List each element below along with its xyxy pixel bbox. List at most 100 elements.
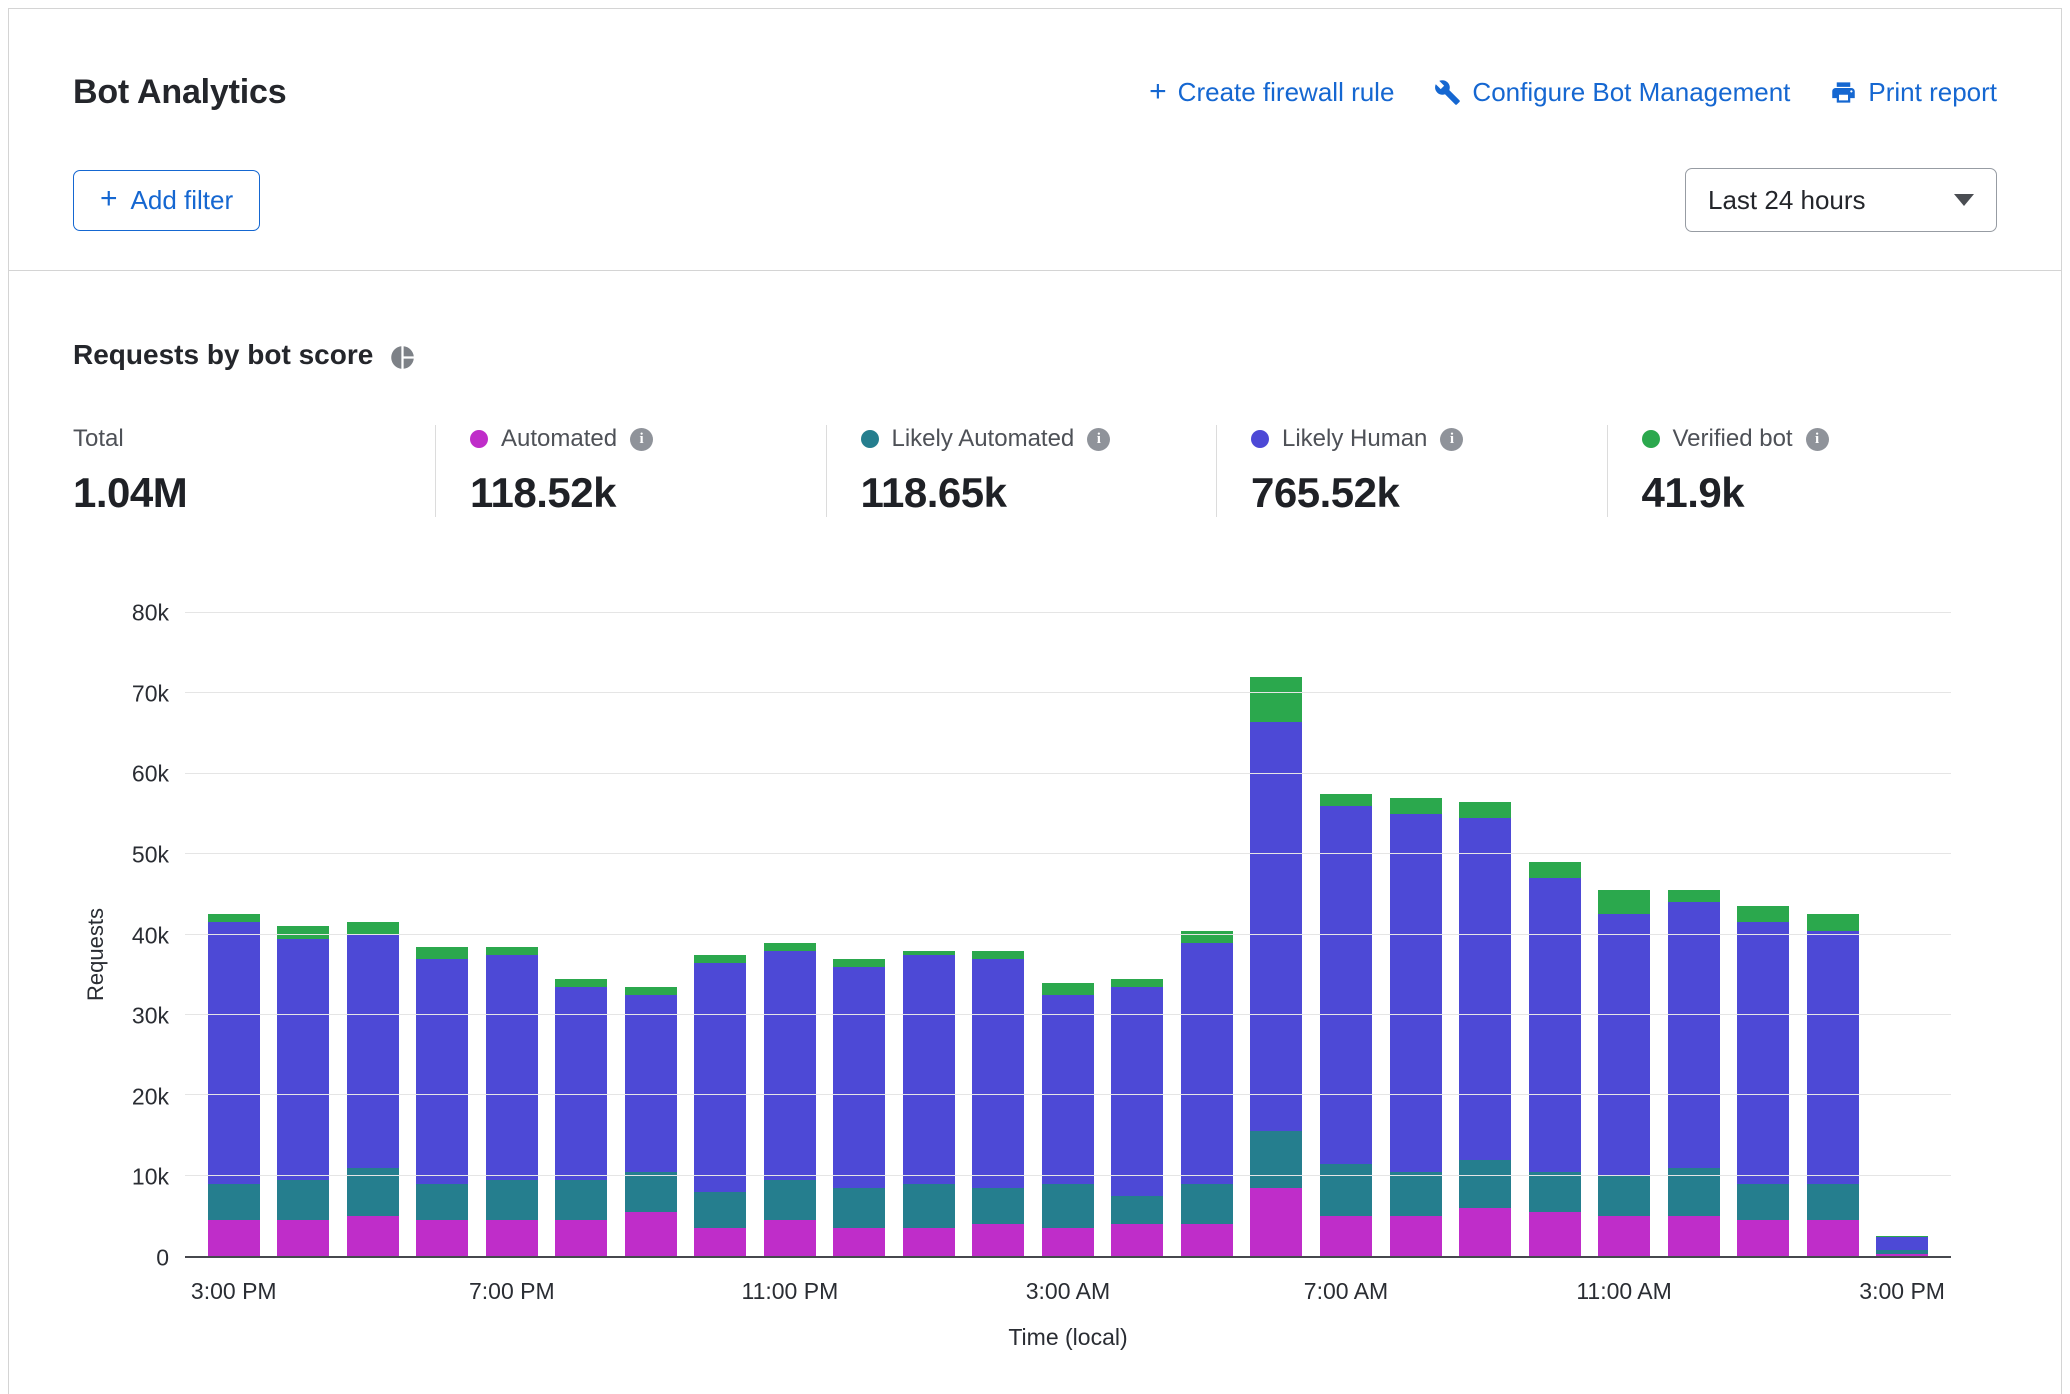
bar-segment: [1529, 1172, 1581, 1212]
bar-segment: [1668, 1216, 1720, 1256]
bar-segment: [486, 955, 538, 1180]
bar-segment: [555, 1180, 607, 1220]
bar[interactable]: 7:00 AM: [1320, 613, 1372, 1256]
info-icon[interactable]: i: [1087, 428, 1110, 451]
bar-segment: [764, 1180, 816, 1220]
gridline: [185, 853, 1951, 854]
bar-segment: [1807, 1220, 1859, 1256]
bar-segment: [1876, 1237, 1928, 1251]
bar-segment: [1668, 890, 1720, 902]
info-icon[interactable]: i: [1806, 428, 1829, 451]
gridline: [185, 612, 1951, 613]
wrench-icon: [1434, 79, 1461, 106]
likely-automated-legend-dot: [861, 430, 879, 448]
bar[interactable]: [972, 613, 1024, 1256]
bar-segment: [1320, 794, 1372, 806]
bar-segment: [1668, 902, 1720, 1167]
bar-segment: [1320, 1164, 1372, 1216]
stat-likely-automated-value: 118.65k: [861, 469, 1217, 517]
card-header: Bot Analytics + Create firewall rule Con…: [9, 9, 2061, 271]
bar-segment: [555, 979, 607, 987]
time-range-select[interactable]: Last 24 hours: [1685, 168, 1997, 232]
x-tick-label: 3:00 PM: [191, 1278, 277, 1305]
bar-segment: [764, 951, 816, 1180]
bar[interactable]: [555, 613, 607, 1256]
add-filter-label: Add filter: [131, 185, 234, 216]
bar[interactable]: [1668, 613, 1720, 1256]
bar-segment: [1598, 914, 1650, 1175]
bar-segment: [1807, 1184, 1859, 1220]
requests-chart: Requests 3:00 PM7:00 PM11:00 PM3:00 AM7:…: [73, 613, 1997, 1351]
print-report-button[interactable]: Print report: [1830, 77, 1997, 108]
plus-icon: +: [100, 184, 118, 214]
bot-analytics-card: Bot Analytics + Create firewall rule Con…: [8, 8, 2062, 1394]
bar[interactable]: [1250, 613, 1302, 1256]
configure-bot-management-button[interactable]: Configure Bot Management: [1434, 77, 1790, 108]
configure-bot-management-label: Configure Bot Management: [1472, 77, 1790, 108]
bar[interactable]: 11:00 AM: [1598, 613, 1650, 1256]
bar-segment: [972, 959, 1024, 1188]
x-tick-label: 11:00 AM: [1576, 1278, 1671, 1305]
verified-bot-legend-dot: [1642, 430, 1660, 448]
bar[interactable]: [1459, 613, 1511, 1256]
bar[interactable]: 11:00 PM: [764, 613, 816, 1256]
add-filter-button[interactable]: + Add filter: [73, 170, 260, 231]
bar-segment: [1390, 1216, 1442, 1256]
bar-segment: [416, 959, 468, 1184]
x-tick-label: 3:00 PM: [1859, 1278, 1945, 1305]
bar-segment: [625, 1172, 677, 1212]
bar-segment: [1737, 1220, 1789, 1256]
bar[interactable]: [903, 613, 955, 1256]
bar[interactable]: [416, 613, 468, 1256]
bar-segment: [1737, 1184, 1789, 1220]
bar-segment: [486, 1220, 538, 1256]
bar-segment: [903, 1228, 955, 1256]
bar-segment: [1111, 1196, 1163, 1224]
bar[interactable]: [1390, 613, 1442, 1256]
bar-segment: [694, 1228, 746, 1256]
bar-segment: [1529, 1212, 1581, 1256]
bar-segment: [208, 1220, 260, 1256]
bar[interactable]: [833, 613, 885, 1256]
header-actions: + Create firewall rule Configure Bot Man…: [1149, 73, 1997, 108]
x-axis-title: Time (local): [185, 1324, 1951, 1351]
bar[interactable]: 3:00 PM: [1876, 613, 1928, 1256]
bar-segment: [1598, 1176, 1650, 1216]
bar-segment: [1042, 1184, 1094, 1228]
y-tick-label: 0: [156, 1245, 169, 1272]
create-firewall-rule-button[interactable]: + Create firewall rule: [1149, 77, 1394, 108]
bar[interactable]: [1807, 613, 1859, 1256]
bar-segment: [1111, 1224, 1163, 1256]
bar-segment: [1250, 1131, 1302, 1187]
bar-segment: [1807, 931, 1859, 1184]
bar[interactable]: [1181, 613, 1233, 1256]
bar[interactable]: [347, 613, 399, 1256]
bar-segment: [1459, 802, 1511, 818]
stat-likely-human: Likely Human i 765.52k: [1216, 425, 1607, 517]
info-icon[interactable]: i: [1440, 428, 1463, 451]
likely-human-legend-dot: [1251, 430, 1269, 448]
bar-segment: [416, 947, 468, 959]
bar-segment: [416, 1220, 468, 1256]
bar-segment: [555, 1220, 607, 1256]
bar[interactable]: 3:00 PM: [208, 613, 260, 1256]
bar[interactable]: 7:00 PM: [486, 613, 538, 1256]
bar[interactable]: [625, 613, 677, 1256]
bar[interactable]: [277, 613, 329, 1256]
info-icon[interactable]: i: [630, 428, 653, 451]
bar-segment: [486, 1180, 538, 1220]
bar-segment: [1250, 1188, 1302, 1256]
bar-segment: [486, 947, 538, 955]
bar[interactable]: [694, 613, 746, 1256]
bar[interactable]: [1737, 613, 1789, 1256]
y-tick-label: 10k: [132, 1164, 169, 1191]
bar-segment: [833, 967, 885, 1188]
bar[interactable]: [1111, 613, 1163, 1256]
y-tick-label: 80k: [132, 600, 169, 627]
bar[interactable]: 3:00 AM: [1042, 613, 1094, 1256]
bar-segment: [1111, 979, 1163, 987]
bar-segment: [347, 1216, 399, 1256]
bar[interactable]: [1529, 613, 1581, 1256]
y-tick-label: 70k: [132, 680, 169, 707]
y-tick-label: 40k: [132, 922, 169, 949]
